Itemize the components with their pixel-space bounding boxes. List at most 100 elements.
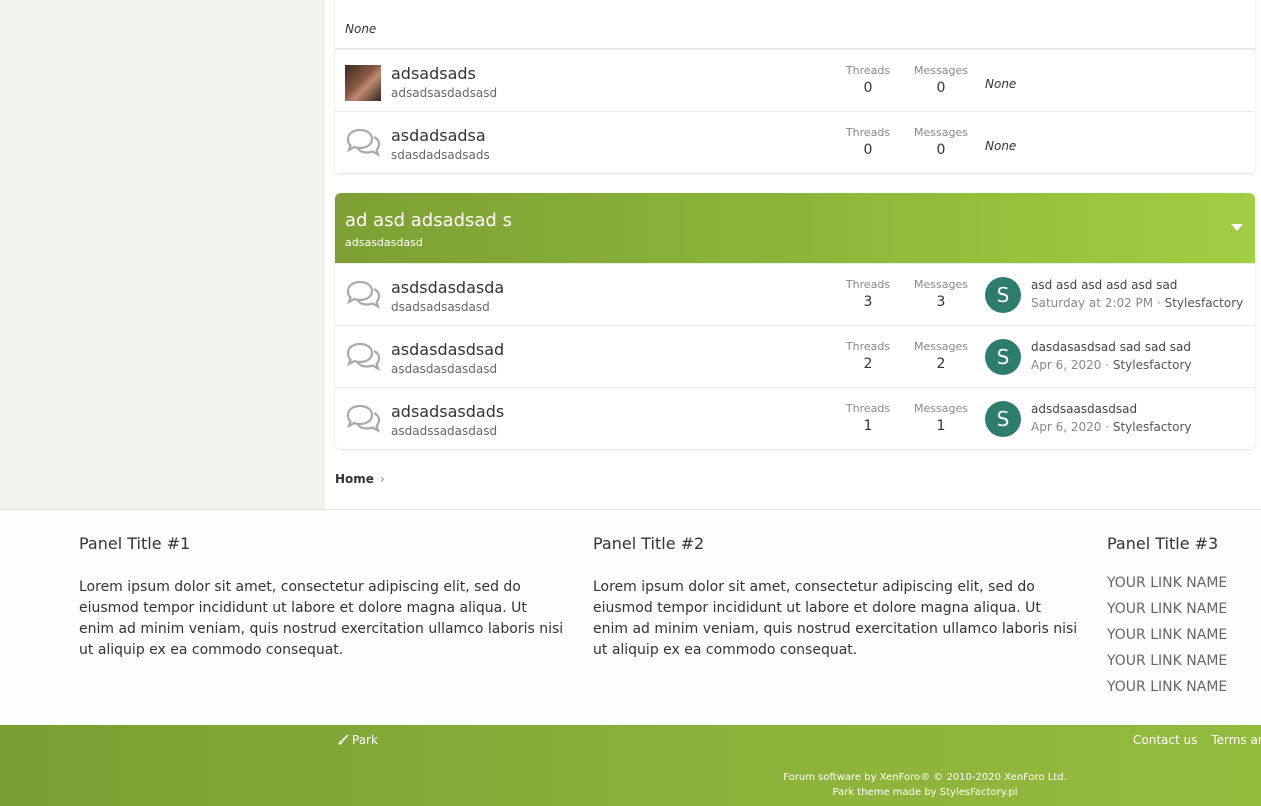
latest-none-text: None — [985, 77, 1017, 91]
panel-text: Lorem ipsum dolor sit amet, consectetur … — [593, 579, 1078, 658]
category-description: adsasdasdasd — [345, 236, 423, 249]
footer-links: Contact us Terms and rules — [1133, 733, 1261, 747]
threads-label: Threads — [845, 278, 891, 291]
latest-thread-link[interactable]: asd asd asd asd asd sad — [1031, 278, 1177, 292]
separator: · — [1153, 296, 1165, 310]
node-description: asdasdasdasdasd — [391, 362, 498, 376]
messages-label: Messages — [914, 64, 968, 77]
panel-link[interactable]: YOUR LINK NAME — [1107, 679, 1227, 705]
latest-user-link[interactable]: Stylesfactory — [1113, 420, 1192, 434]
latest-user-link[interactable]: Stylesfactory — [1165, 296, 1244, 310]
panel-links: YOUR LINK NAME YOUR LINK NAME YOUR LINK … — [1107, 575, 1227, 705]
node-description: dsadsadsasdasd — [391, 300, 490, 314]
footer-panel-3: Panel Title #3 YOUR LINK NAME YOUR LINK … — [1107, 534, 1227, 705]
node-row: asdadsadsa sdasdadsadsads Threads 0 Mess… — [335, 111, 1255, 173]
node-row: asdsdasdasda dsadsadsasdasd Threads 3 Me… — [335, 263, 1255, 325]
threads-count: 0 — [863, 80, 873, 96]
node-description: asdadssadasdasd — [391, 424, 498, 438]
messages-label: Messages — [914, 126, 968, 139]
user-avatar[interactable]: S — [985, 339, 1021, 375]
latest-date: Saturday at 2:02 PM — [1031, 296, 1154, 310]
separator: · — [1101, 420, 1113, 434]
threads-stat: Threads 1 — [833, 402, 903, 434]
panel-title: Panel Title #2 — [593, 534, 705, 553]
user-photo-avatar[interactable] — [345, 65, 381, 101]
messages-count: 3 — [936, 294, 946, 310]
user-avatar[interactable]: S — [985, 401, 1021, 437]
threads-stat: Threads 0 — [833, 126, 903, 158]
messages-label: Messages — [914, 340, 968, 353]
forum-node-list-block: None adsadsads adsadsasdadsasd Threads 0… — [335, 0, 1255, 173]
node-description: sdasdadsadsads — [391, 148, 490, 162]
messages-stat: Messages 2 — [906, 340, 976, 372]
footer-bar: Park Contact us Terms and rules Forum sof… — [0, 725, 1261, 806]
chat-bubbles-icon — [346, 280, 381, 309]
chat-bubbles-icon — [346, 342, 381, 371]
main-content: None adsadsads adsadsasdadsasd Threads 0… — [325, 0, 1261, 509]
latest-user-link[interactable]: Stylesfactory — [1113, 358, 1192, 372]
latest-meta: Apr 6, 2020 · Stylesfactory — [1031, 420, 1192, 434]
latest-thread-link[interactable]: dasdasasdsad sad sad sad — [1031, 340, 1191, 354]
threads-stat: Threads 3 — [833, 278, 903, 310]
node-row: adsadsads adsadsasdadsasd Threads 0 Mess… — [335, 49, 1255, 111]
node-title-link[interactable]: adsadsads — [391, 64, 476, 83]
panel-link[interactable]: YOUR LINK NAME — [1107, 627, 1227, 653]
messages-count: 2 — [936, 356, 946, 372]
panel-text: Lorem ipsum dolor sit amet, consectetur … — [79, 579, 564, 658]
chevron-right-icon: › — [379, 472, 385, 486]
threads-label: Threads — [845, 402, 891, 415]
paintbrush-icon — [338, 734, 349, 745]
latest-date: Apr 6, 2020 — [1031, 358, 1102, 372]
messages-label: Messages — [914, 402, 968, 415]
category-title-link[interactable]: ad asd adsadsad s — [345, 210, 512, 231]
left-sidebar-area — [0, 0, 325, 509]
separator: · — [1101, 358, 1113, 372]
style-chooser-label: Park — [352, 733, 378, 747]
category-block: ad asd adsadsad s adsasdasdasd asdsdasda… — [335, 193, 1255, 449]
footer-panel-2: Panel Title #2 Lorem ipsum dolor sit ame… — [593, 534, 1078, 661]
category-header: ad asd adsadsad s adsasdasdasd — [335, 193, 1255, 263]
messages-count: 0 — [936, 142, 946, 158]
panel-title: Panel Title #1 — [79, 534, 191, 553]
node-row: adsadsasdads asdadssadasdasd Threads 1 M… — [335, 387, 1255, 449]
latest-none-text: None — [985, 139, 1017, 153]
breadcrumb: Home › — [335, 472, 385, 486]
threads-label: Threads — [845, 340, 891, 353]
threads-count: 2 — [863, 356, 873, 372]
node-title-link[interactable]: asdasdasdsad — [391, 340, 504, 359]
contact-us-link[interactable]: Contact us — [1133, 733, 1197, 747]
panel-link[interactable]: YOUR LINK NAME — [1107, 653, 1227, 679]
style-chooser-link[interactable]: Park — [338, 733, 378, 747]
chat-bubbles-icon — [346, 404, 381, 433]
latest-date: Apr 6, 2020 — [1031, 420, 1102, 434]
footer-panel-1: Panel Title #1 Lorem ipsum dolor sit ame… — [79, 534, 564, 661]
messages-stat: Messages 0 — [906, 64, 976, 96]
threads-count: 3 — [863, 294, 873, 310]
copyright-line: Forum software by XenForo® © 2010-2020 X… — [783, 772, 1067, 783]
latest-thread-link[interactable]: adsdsaasdasdsad — [1031, 402, 1137, 416]
threads-label: Threads — [845, 126, 891, 139]
theme-credit-line: Park theme made by StylesFactory.pl — [832, 787, 1018, 798]
node-description: adsadsasdadsasd — [391, 86, 498, 100]
user-avatar[interactable]: S — [985, 277, 1021, 313]
panel-link[interactable]: YOUR LINK NAME — [1107, 575, 1227, 601]
terms-link[interactable]: Terms and rules — [1211, 733, 1261, 747]
node-title-link[interactable]: asdsdasdasda — [391, 278, 504, 297]
threads-count: 1 — [863, 418, 873, 434]
copyright: Forum software by XenForo® © 2010-2020 X… — [700, 770, 1150, 800]
collapse-toggle-icon[interactable] — [1231, 224, 1243, 231]
messages-stat: Messages 0 — [906, 126, 976, 158]
node-title-link[interactable]: asdadsadsa — [391, 126, 486, 145]
breadcrumb-home-link[interactable]: Home — [335, 472, 374, 486]
threads-label: Threads — [845, 64, 891, 77]
threads-stat: Threads 2 — [833, 340, 903, 372]
messages-count: 1 — [936, 418, 946, 434]
panel-title: Panel Title #3 — [1107, 534, 1219, 553]
node-title-link[interactable]: adsadsasdads — [391, 402, 504, 421]
latest-none-text: None — [345, 22, 377, 36]
messages-label: Messages — [914, 278, 968, 291]
panel-link[interactable]: YOUR LINK NAME — [1107, 601, 1227, 627]
messages-stat: Messages 3 — [906, 278, 976, 310]
node-row-partial: None — [335, 0, 1255, 49]
threads-stat: Threads 0 — [833, 64, 903, 96]
